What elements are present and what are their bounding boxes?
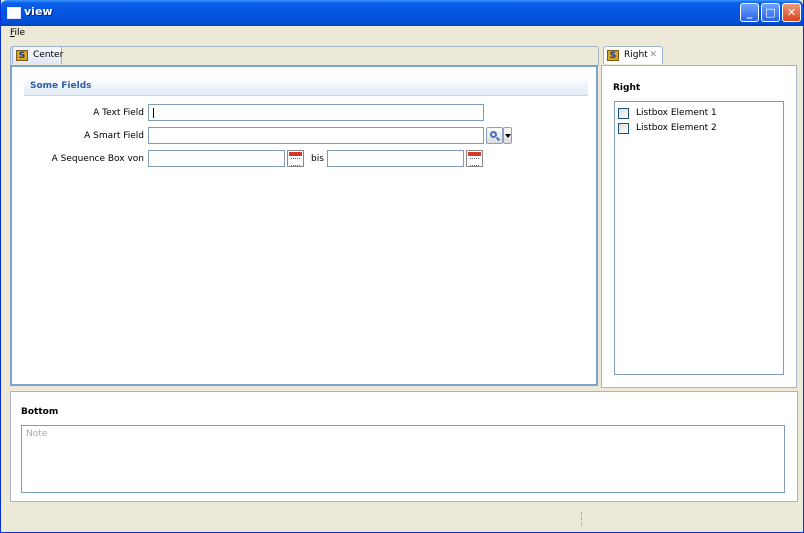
- menu-file-label: ile: [14, 28, 26, 38]
- group-box-header: Some Fields: [24, 79, 588, 96]
- text-cursor: [153, 108, 154, 118]
- calendar-from-button[interactable]: [287, 150, 304, 167]
- window-icon: [7, 7, 21, 19]
- sequence-box-label: A Sequence Box von: [51, 154, 144, 164]
- note-textarea[interactable]: Note: [21, 425, 785, 493]
- menu-file[interactable]: File: [10, 28, 25, 38]
- bottom-view: Bottom Note: [10, 391, 798, 502]
- search-icon-handle: [495, 136, 501, 142]
- tab-center-label: Center: [33, 50, 64, 60]
- checkbox[interactable]: [618, 108, 629, 119]
- calendar-to-button[interactable]: [466, 150, 483, 167]
- chevron-down-icon: [505, 134, 511, 138]
- s-logo-icon: S: [16, 50, 28, 61]
- note-placeholder: Note: [26, 429, 48, 439]
- calendar-icon: [289, 152, 302, 156]
- center-view: Some Fields A Text Field A Smart Field A…: [10, 65, 598, 386]
- smart-field-dropdown-button[interactable]: [503, 127, 512, 144]
- smart-field-input[interactable]: [148, 127, 484, 144]
- right-view: Right Listbox Element 1 Listbox Element …: [601, 65, 797, 388]
- menu-bar: File: [1, 26, 803, 42]
- close-button[interactable]: ✕: [782, 3, 801, 22]
- status-separator: [581, 512, 584, 526]
- smart-field-label: A Smart Field: [84, 131, 144, 141]
- tab-right-label: Right: [624, 50, 648, 60]
- list-item-label: Listbox Element 2: [636, 123, 717, 133]
- sequence-separator: bis: [311, 154, 324, 164]
- status-bar: [1, 506, 803, 532]
- sequence-from-field[interactable]: [148, 150, 285, 167]
- tab-right[interactable]: S Right ✕: [603, 46, 663, 64]
- tab-close-icon[interactable]: ✕: [649, 47, 657, 64]
- smart-field-search-button[interactable]: [486, 127, 503, 144]
- group-box-title: Some Fields: [30, 81, 92, 91]
- calendar-icon: [468, 152, 481, 156]
- window-title: view: [24, 5, 53, 18]
- maximize-button[interactable]: □: [761, 3, 780, 22]
- minimize-button[interactable]: _: [740, 3, 759, 22]
- tab-center[interactable]: S Center: [12, 46, 64, 64]
- title-bar[interactable]: view _ □ ✕: [1, 0, 803, 26]
- calendar-grid: [291, 158, 300, 166]
- checkbox[interactable]: [618, 123, 629, 134]
- calendar-grid: [470, 158, 479, 166]
- text-field-label: A Text Field: [93, 108, 144, 118]
- s-logo-icon: S: [607, 50, 619, 61]
- list-item-label: Listbox Element 1: [636, 108, 717, 118]
- sequence-to-field[interactable]: [327, 150, 464, 167]
- text-field-input[interactable]: [148, 104, 484, 121]
- application-window: view _ □ ✕ File S Center Some Fields A T…: [0, 0, 804, 533]
- bottom-title: Bottom: [21, 407, 59, 417]
- center-tab-bar: [10, 46, 599, 66]
- listbox[interactable]: Listbox Element 1 Listbox Element 2: [614, 101, 784, 375]
- right-title: Right: [613, 83, 641, 93]
